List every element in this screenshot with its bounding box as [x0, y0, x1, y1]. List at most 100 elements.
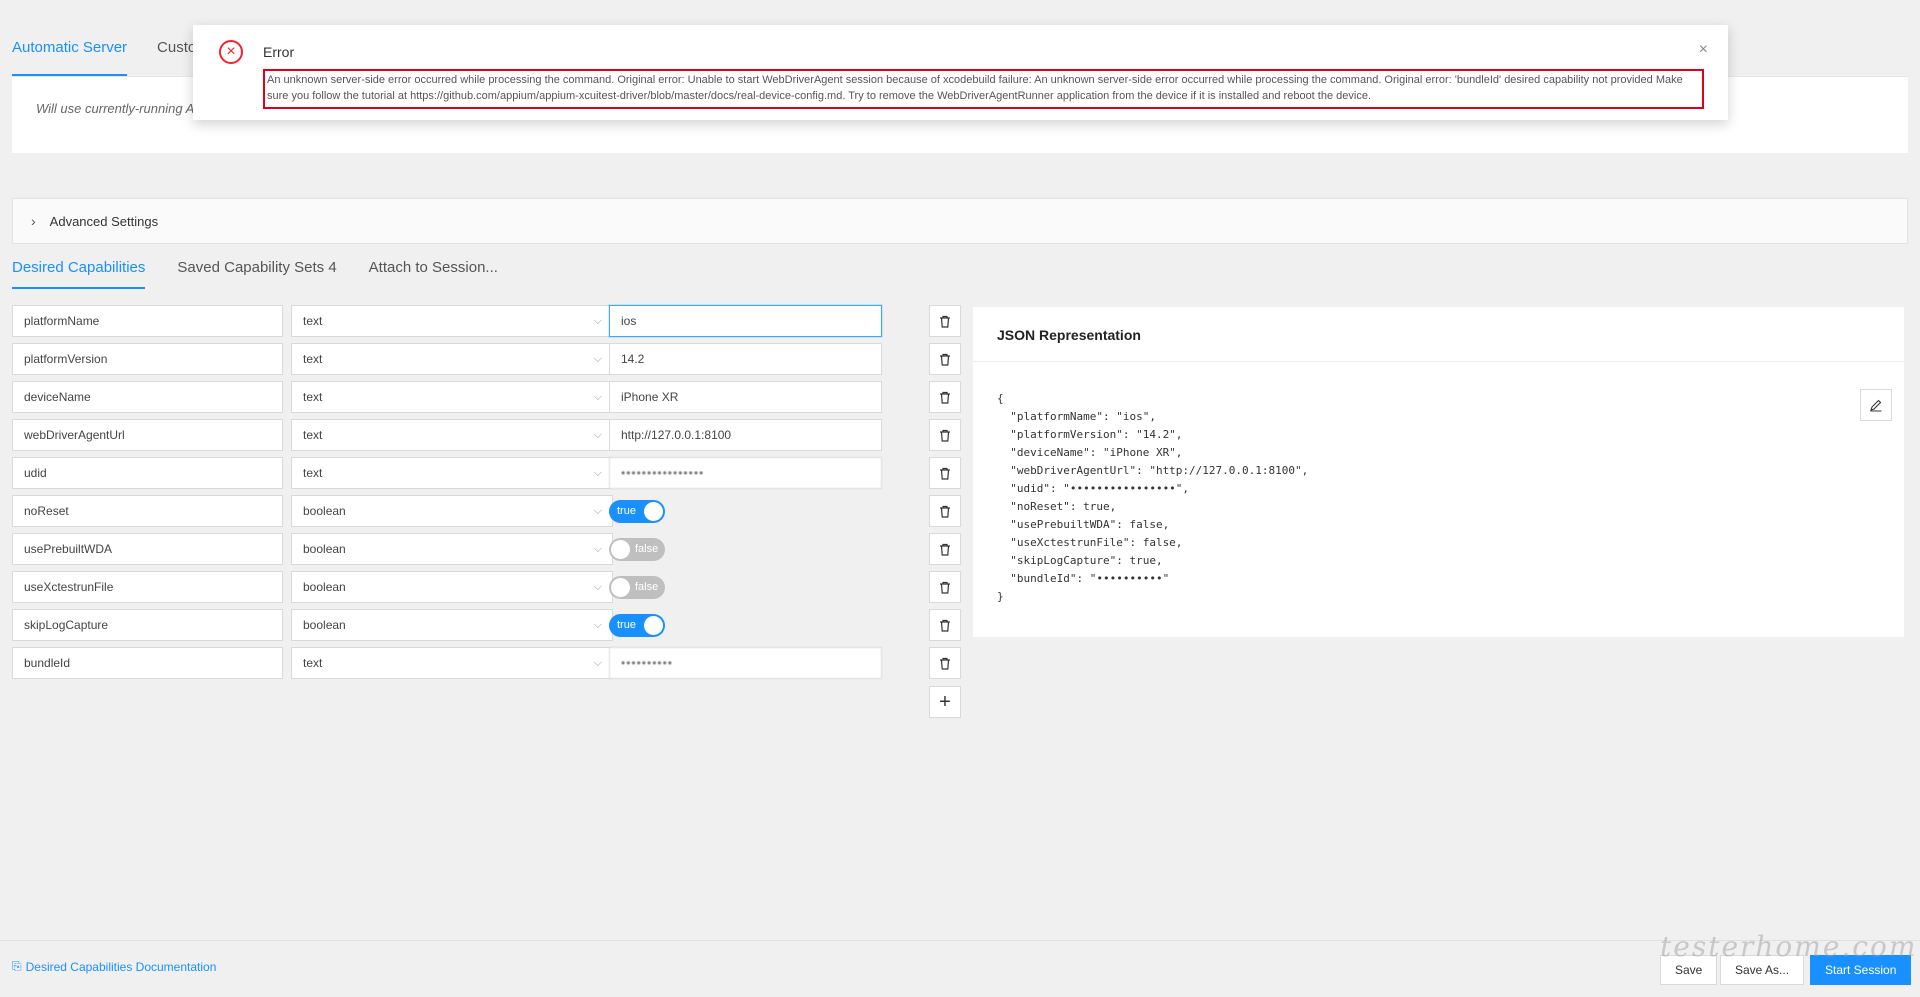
- type-value: boolean: [303, 542, 346, 556]
- capability-value-toggle[interactable]: false: [609, 576, 665, 599]
- capability-value-toggle[interactable]: false: [609, 538, 665, 561]
- capability-name-input[interactable]: udid: [12, 457, 283, 489]
- chevron-down-icon: ⌵: [593, 657, 602, 669]
- capability-name-input[interactable]: usePrebuiltWDA: [12, 533, 283, 565]
- chevron-down-icon: ⌵: [593, 391, 602, 403]
- type-value: text: [303, 390, 323, 404]
- type-value: text: [303, 314, 323, 328]
- capability-type-select[interactable]: text ⌵: [291, 647, 613, 679]
- plus-icon: +: [939, 690, 951, 713]
- start-session-button[interactable]: Start Session: [1810, 955, 1912, 985]
- close-icon[interactable]: ×: [1699, 41, 1708, 59]
- delete-capability-button[interactable]: [929, 495, 961, 527]
- capability-value-input[interactable]: 14.2: [609, 343, 882, 375]
- capability-name-input[interactable]: webDriverAgentUrl: [12, 419, 283, 451]
- capability-row: useXctestrunFile boolean ⌵ false: [12, 571, 961, 609]
- json-content: { "platformName": "ios", "platformVersio…: [997, 392, 1309, 603]
- delete-capability-button[interactable]: [929, 419, 961, 451]
- capability-value-toggle[interactable]: true: [609, 500, 665, 523]
- capability-type-select[interactable]: text ⌵: [291, 381, 613, 413]
- trash-icon: [940, 657, 950, 670]
- delete-capability-button[interactable]: [929, 343, 961, 375]
- tab-attach-to-session[interactable]: Attach to Session...: [369, 253, 498, 289]
- chevron-down-icon: ⌵: [593, 619, 602, 631]
- toggle-switch[interactable]: false: [609, 538, 665, 561]
- documentation-link-label: Desired Capabilities Documentation: [25, 959, 217, 974]
- tab-saved-capability-sets[interactable]: Saved Capability Sets 4: [177, 253, 336, 289]
- capability-type-select[interactable]: text ⌵: [291, 419, 613, 451]
- capability-type-select[interactable]: text ⌵: [291, 343, 613, 375]
- capability-value-input[interactable]: ••••••••••••••••: [609, 457, 882, 489]
- error-title: Error: [263, 44, 295, 60]
- capability-row: bundleId text ⌵ ••••••••••: [12, 647, 961, 685]
- capability-row: platformName text ⌵ ios: [12, 305, 961, 343]
- capability-rows: platformName text ⌵ ios platformVersion t…: [12, 305, 961, 685]
- footer: ⎘ Desired Capabilities Documentation Save…: [0, 940, 1920, 997]
- capability-name-input[interactable]: bundleId: [12, 647, 283, 679]
- capability-name-input[interactable]: useXctestrunFile: [12, 571, 283, 603]
- tab-desired-capabilities[interactable]: Desired Capabilities: [12, 253, 146, 289]
- capability-type-select[interactable]: text ⌵: [291, 305, 613, 337]
- chevron-down-icon: ⌵: [593, 467, 602, 479]
- capability-value-input[interactable]: ••••••••••: [609, 647, 882, 679]
- chevron-down-icon: ⌵: [593, 315, 602, 327]
- capability-name-input[interactable]: noReset: [12, 495, 283, 527]
- capability-name-input[interactable]: platformName: [12, 305, 283, 337]
- capability-value-input[interactable]: http://127.0.0.1:8100: [609, 419, 882, 451]
- chevron-down-icon: ⌵: [593, 505, 602, 517]
- chevron-down-icon: ⌵: [593, 353, 602, 365]
- delete-capability-button[interactable]: [929, 457, 961, 489]
- delete-capability-button[interactable]: [929, 381, 961, 413]
- capability-value-input[interactable]: ios: [609, 305, 882, 337]
- chevron-down-icon: ⌵: [593, 543, 602, 555]
- capability-type-select[interactable]: text ⌵: [291, 457, 613, 489]
- trash-icon: [940, 543, 950, 556]
- trash-icon: [940, 315, 950, 328]
- capability-value-input[interactable]: iPhone XR: [609, 381, 882, 413]
- delete-capability-button[interactable]: [929, 305, 961, 337]
- capability-name-input[interactable]: platformVersion: [12, 343, 283, 375]
- capability-row: webDriverAgentUrl text ⌵ http://127.0.0.1…: [12, 419, 961, 457]
- advanced-settings-toggle[interactable]: › Advanced Settings: [12, 198, 1908, 244]
- capability-name-input[interactable]: deviceName: [12, 381, 283, 413]
- chevron-right-icon: ›: [31, 213, 36, 229]
- capability-type-select[interactable]: boolean ⌵: [291, 495, 613, 527]
- trash-icon: [940, 581, 950, 594]
- documentation-link[interactable]: ⎘ Desired Capabilities Documentation: [12, 959, 216, 974]
- edit-icon: [1870, 399, 1882, 412]
- capability-row: deviceName text ⌵ iPhone XR: [12, 381, 961, 419]
- trash-icon: [940, 467, 950, 480]
- delete-capability-button[interactable]: [929, 533, 961, 565]
- delete-capability-button[interactable]: [929, 647, 961, 679]
- capability-row: noReset boolean ⌵ true: [12, 495, 961, 533]
- add-capability-button[interactable]: +: [929, 686, 961, 718]
- toggle-switch[interactable]: true: [609, 614, 665, 637]
- capability-type-select[interactable]: boolean ⌵: [291, 609, 613, 641]
- save-button[interactable]: Save: [1660, 955, 1718, 985]
- capability-type-select[interactable]: boolean ⌵: [291, 533, 613, 565]
- json-representation-panel: JSON Representation { "platformName": "i…: [973, 307, 1904, 637]
- trash-icon: [940, 505, 950, 518]
- capability-row: udid text ⌵ ••••••••••••••••: [12, 457, 961, 495]
- trash-icon: [940, 353, 950, 366]
- toggle-switch[interactable]: false: [609, 576, 665, 599]
- error-icon: ×: [219, 40, 243, 64]
- edit-json-button[interactable]: [1860, 389, 1892, 421]
- type-value: text: [303, 466, 323, 480]
- toggle-label: false: [635, 581, 659, 593]
- capability-type-select[interactable]: boolean ⌵: [291, 571, 613, 603]
- toggle-switch[interactable]: true: [609, 500, 665, 523]
- capability-row: platformVersion text ⌵ 14.2: [12, 343, 961, 381]
- capability-name-input[interactable]: skipLogCapture: [12, 609, 283, 641]
- delete-capability-button[interactable]: [929, 571, 961, 603]
- capability-row: usePrebuiltWDA boolean ⌵ false: [12, 533, 961, 571]
- capability-tabs: Desired Capabilities Saved Capability Se…: [12, 253, 498, 289]
- link-icon: ⎘: [12, 959, 22, 973]
- tab-automatic-server[interactable]: Automatic Server: [12, 30, 128, 76]
- toggle-label: false: [635, 543, 659, 555]
- capability-value-toggle[interactable]: true: [609, 614, 665, 637]
- save-as-button[interactable]: Save As...: [1720, 955, 1805, 985]
- delete-capability-button[interactable]: [929, 609, 961, 641]
- error-message: An unknown server-side error occurred wh…: [263, 69, 1704, 109]
- trash-icon: [940, 391, 950, 404]
